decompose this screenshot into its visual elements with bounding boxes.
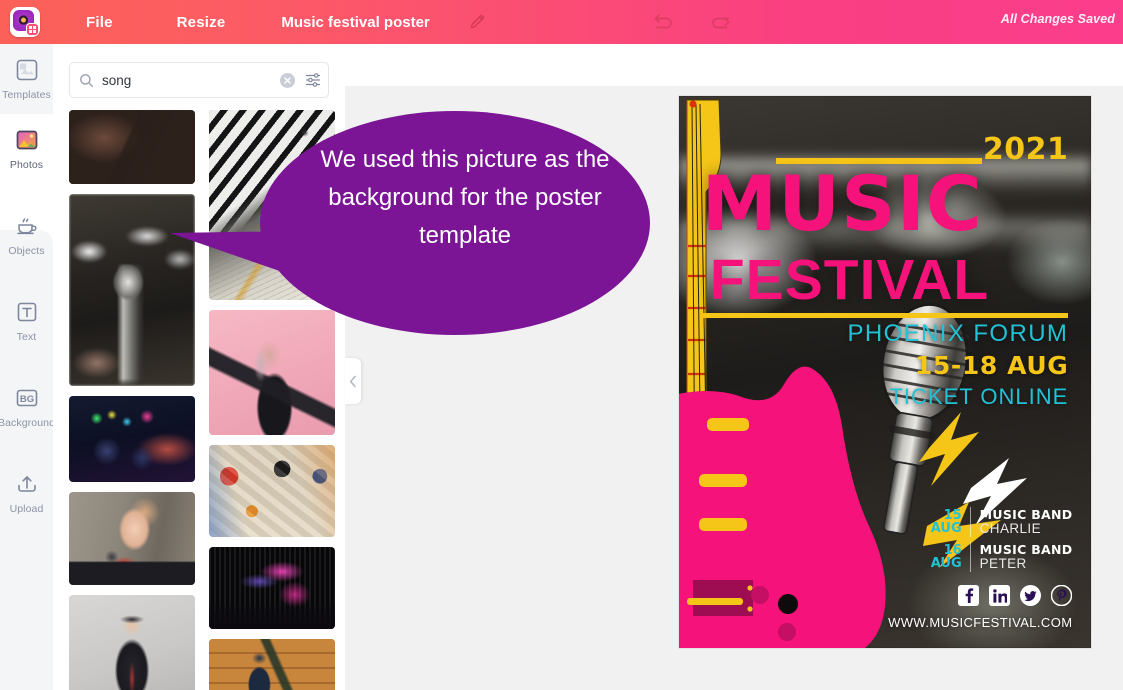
facebook-icon[interactable] [958,585,980,607]
document-title[interactable]: Music festival poster [281,14,429,31]
sidebar-label-text: Text [16,331,37,343]
search-box[interactable] [69,62,329,98]
sidebar-label-photos: Photos [9,159,44,171]
sidebar-label-objects: Objects [8,245,45,257]
lineup-month: AUG [930,521,962,537]
text-t-icon [14,299,40,325]
background-bg-icon: BG [14,385,40,411]
callout-text: We used this picture as the background f… [320,146,610,249]
photo-thumbnail[interactable] [209,445,335,537]
photo-thumbnail[interactable] [69,492,195,585]
poster-website: WWW.MUSICFESTIVAL.COM [888,614,1073,630]
poster-bottom-rule [701,313,1069,319]
poster-title-line2: FESTIVAL [709,248,990,313]
left-sidebar: Templates Photos Objects Text BG Backgro… [0,44,56,690]
lineup-names: MUSIC BAND PETER [980,543,1073,571]
lineup-names: MUSIC BAND CHARLIE [980,508,1073,536]
lineup-date: 16 AUG [926,544,962,570]
photo-thumbnail[interactable] [209,639,335,690]
pencil-icon[interactable] [466,11,488,33]
lineup-band: MUSIC BAND [979,542,1073,558]
poster-ticket-note: TICKET ONLINE [889,384,1069,410]
sidebar-item-upload[interactable]: Upload [0,458,53,528]
undo-arrow-icon[interactable] [650,9,677,36]
redo-arrow-icon[interactable] [707,9,734,36]
app-logo-icon[interactable] [10,7,40,37]
save-status: All Changes Saved [1000,12,1115,26]
sidebar-label-upload: Upload [9,503,44,515]
poster-design[interactable]: 2021 MUSIC FESTIVAL PHOENIX FORUM 15-18 … [679,96,1091,648]
lineup-person: CHARLIE [979,520,1041,536]
poster-lineup: 15 AUG MUSIC BAND CHARLIE 16 AUG MUSIC B… [926,507,1073,577]
lineup-date: 15 AUG [926,509,962,535]
history-controls [650,9,734,36]
lineup-person: PETER [979,555,1027,571]
menu-file[interactable]: File [78,14,121,31]
logo-badge [26,23,39,36]
chevron-left-icon [349,375,356,387]
search-icon [79,73,94,88]
pinterest-icon[interactable] [1051,585,1073,607]
lineup-month: AUG [930,556,962,572]
sidebar-label-templates: Templates [2,89,51,101]
poster-social-links [958,585,1073,607]
sidebar-item-text[interactable]: Text [0,286,53,356]
upload-arrow-icon [14,471,40,497]
lineup-row: 15 AUG MUSIC BAND CHARLIE [926,507,1073,538]
menu-resize[interactable]: Resize [169,14,234,31]
poster-dates: 15-18 AUG [914,351,1069,381]
poster-year: 2021 [982,132,1069,168]
sidebar-item-photos[interactable]: Photos [0,114,53,184]
linkedin-icon[interactable] [989,585,1011,607]
photo-thumbnail[interactable] [209,547,335,629]
filter-sliders-icon[interactable] [304,71,322,89]
lineup-band: MUSIC BAND [979,507,1073,523]
lineup-divider [969,542,971,573]
clear-x-icon[interactable] [280,72,295,88]
svg-text:BG: BG [19,394,33,405]
panel-collapse-button[interactable] [345,358,361,404]
top-toolbar: File Resize Music festival poster All Ch… [0,0,1123,44]
annotation-callout: We used this picture as the background f… [170,103,660,343]
sidebar-item-objects[interactable]: Objects [0,200,53,270]
twitter-icon[interactable] [1020,585,1042,607]
photo-thumbnail[interactable] [69,595,195,690]
sidebar-item-background[interactable]: BG Background [0,372,56,442]
sidebar-label-background: Background [0,417,56,429]
photo-thumbnail[interactable] [69,396,195,482]
lineup-divider [969,507,971,538]
objects-cup-icon [14,213,40,239]
sidebar-item-templates[interactable]: Templates [0,44,53,114]
photos-icon [14,127,40,153]
search-input[interactable] [102,72,280,88]
poster-venue: PHOENIX FORUM [847,319,1069,347]
editor-app: File Resize Music festival poster All Ch… [0,0,1123,690]
templates-icon [14,57,40,83]
poster-title-line1: MUSIC [701,158,983,248]
lineup-row: 16 AUG MUSIC BAND PETER [926,542,1073,573]
search-row [69,62,329,98]
